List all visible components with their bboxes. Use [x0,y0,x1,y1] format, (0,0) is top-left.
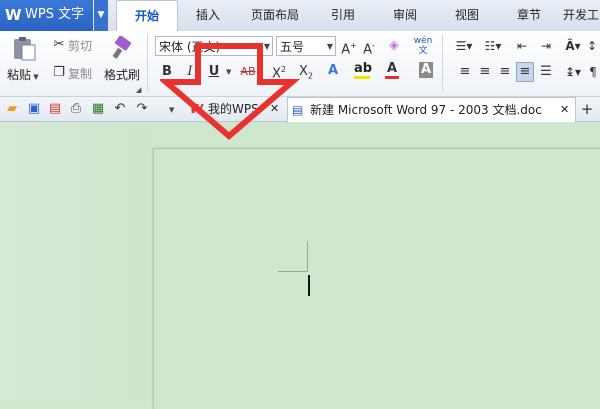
sort-icon[interactable]: ↕ [584,37,600,55]
tab-page-layout[interactable]: 页面布局 [240,0,310,31]
close-icon[interactable]: ✕ [560,98,569,122]
scissors-icon: ✂ [53,37,65,52]
red-arrow-annotation-icon [160,43,300,140]
clipboard-launcher-icon[interactable]: ◢ [136,86,141,94]
doc-tab-active-document[interactable]: ▤ 新建 Microsoft Word 97 - 2003 文档.doc ✕ [287,97,576,122]
align-left-icon[interactable]: ≡ [457,63,473,81]
paste-button[interactable] [10,36,38,62]
print-icon[interactable]: ⎙ [68,100,84,118]
tab-home[interactable]: 开始 [116,0,178,33]
font-color-icon[interactable]: A [385,61,399,79]
tab-developer[interactable]: 开发工 [562,0,600,31]
undo-icon[interactable]: ↶ [112,100,128,118]
shrink-font-icon[interactable]: A- [361,37,377,59]
app-menu-dropdown-icon[interactable]: ▼ [94,0,108,31]
paste-icon [14,37,36,61]
text-cursor [308,275,310,296]
grow-font-icon[interactable]: A+ [341,37,357,59]
distribute-icon[interactable]: ☰ [538,63,554,81]
tab-chapter[interactable]: 章节 [502,0,556,31]
copy-icon: ❐ [53,65,65,80]
margin-marker [278,271,308,272]
print-preview-icon[interactable]: ▦ [90,100,106,118]
redo-icon[interactable]: ↷ [134,100,150,118]
cut-label: 剪切 [68,39,93,53]
copy-label: 复制 [68,67,93,81]
increase-indent-icon[interactable]: ⇥ [537,37,555,55]
decrease-indent-icon[interactable]: ⇤ [513,37,531,55]
document-page[interactable] [153,148,600,409]
tab-view[interactable]: 视图 [440,0,494,31]
wps-logo-icon: W [5,6,22,24]
char-shading-icon[interactable]: A [419,62,433,78]
text-effect-icon[interactable]: A [325,62,341,80]
format-painter-label: 格式刷 [104,68,141,82]
align-right-icon[interactable]: ≡ [497,63,513,81]
app-title: WPS 文字 [25,7,85,22]
align-justify-icon[interactable]: ≡ [516,62,534,82]
app-menu-button[interactable]: W WPS 文字 [0,0,93,31]
group-divider [442,34,443,92]
bullet-list-icon[interactable]: ☰▾ [453,37,475,55]
paste-text: 粘贴 [7,68,32,82]
copy-button[interactable]: ❐ 复制 [52,64,97,82]
tab-insert[interactable]: 插入 [180,0,236,31]
margin-marker [307,241,308,272]
highlight-color-icon[interactable]: ab [354,61,372,79]
group-divider [147,34,148,92]
paste-label[interactable]: 粘贴 ▼ [7,66,39,83]
line-spacing-icon[interactable]: ↨▾ [562,63,584,81]
tab-review[interactable]: 审阅 [378,0,432,31]
save-icon[interactable]: ▣ [26,100,42,118]
tab-references[interactable]: 引用 [316,0,370,31]
format-painter-icon [112,36,132,59]
cut-button[interactable]: ✂ 剪切 [52,36,97,54]
numbered-list-icon[interactable]: ☷▾ [482,37,504,55]
phonetic-guide-icon[interactable]: wén 文 [412,36,434,56]
new-tab-plus-icon[interactable]: + [579,100,595,118]
workspace-background [0,122,153,400]
open-folder-icon[interactable]: ▰ [4,100,20,118]
char-scale-icon[interactable]: Â▾ [562,37,584,55]
export-pdf-icon[interactable]: ▤ [47,100,63,118]
format-painter-button[interactable]: 格式刷 [104,36,140,84]
doc-tab-label: 新建 Microsoft Word 97 - 2003 文档.doc [310,103,542,117]
chevron-down-icon: ▼ [326,42,333,51]
show-marks-icon[interactable]: ¶ [586,63,600,81]
align-center-icon[interactable]: ≡ [477,63,493,81]
clear-format-icon[interactable]: ◈ [386,37,402,55]
